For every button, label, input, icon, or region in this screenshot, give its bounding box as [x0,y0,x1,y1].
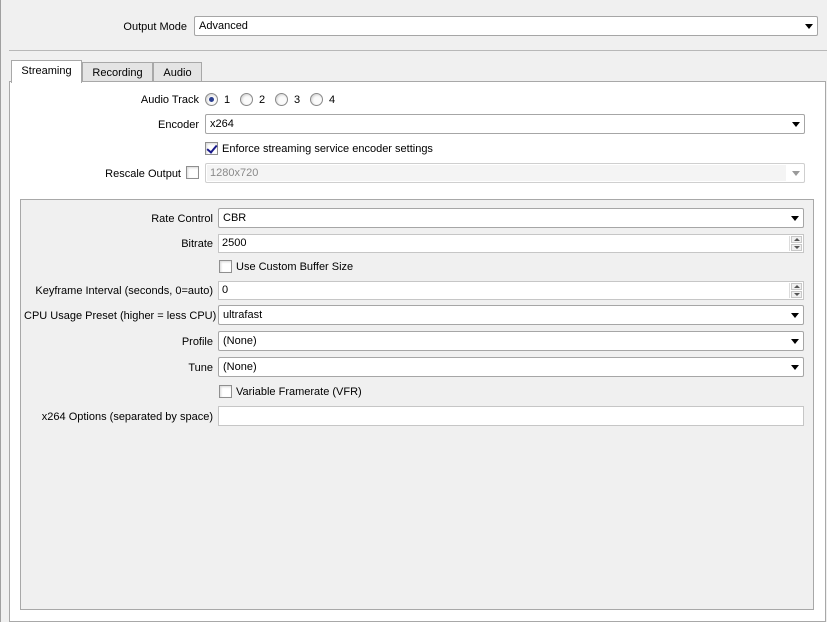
bitrate-label: Bitrate [181,238,213,250]
vfr-checkbox[interactable] [219,385,232,398]
spin-down-icon[interactable] [791,244,802,251]
tab-audio-label: Audio [163,67,192,79]
encoder-select[interactable]: x264 [205,114,805,134]
tab-recording[interactable]: Recording [82,62,153,83]
enforce-settings-checkbox[interactable] [205,142,218,155]
tab-streaming-label: Streaming [21,65,72,77]
chevron-down-icon [791,216,799,221]
tab-streaming[interactable]: Streaming [11,60,82,83]
keyframe-interval-value: 0 [222,284,229,296]
cpu-preset-select[interactable]: ultrafast [218,305,804,325]
output-mode-select[interactable]: Advanced [194,16,818,36]
tune-select[interactable]: (None) [218,357,804,377]
chevron-down-icon [805,24,813,29]
audio-track-radio-2[interactable] [240,93,253,106]
encoder-label: Encoder [158,119,199,131]
audio-track-radio-2-label: 2 [259,94,266,106]
rate-control-select[interactable]: CBR [218,208,804,228]
chevron-down-icon [791,365,799,370]
rescale-resolution-value: 1280x720 [210,167,259,179]
custom-buffer-checkbox[interactable] [219,260,232,273]
profile-value: (None) [223,335,257,347]
cpu-preset-label: CPU Usage Preset (higher = less CPU) [24,310,217,322]
chevron-down-icon [791,339,799,344]
divider [9,50,827,51]
profile-label: Profile [181,336,213,348]
rescale-resolution-select[interactable]: 1280x720 [205,163,805,183]
x264-options-input[interactable] [218,406,804,426]
enforce-settings-label: Enforce streaming service encoder settin… [222,143,433,155]
x264-options-label: x264 Options (separated by space) [41,411,213,423]
encoder-value: x264 [210,118,234,130]
keyframe-interval-spinbox[interactable]: 0 [218,281,804,300]
cpu-preset-value: ultrafast [223,309,263,321]
audio-track-radio-4-label: 4 [329,94,336,106]
audio-track-label: Audio Track [140,94,199,106]
vfr-label: Variable Framerate (VFR) [236,386,362,398]
rescale-output-label: Rescale Output [105,168,181,180]
rescale-output-checkbox[interactable] [186,166,199,179]
tune-value: (None) [223,361,257,373]
keyframe-interval-label: Keyframe Interval (seconds, 0=auto) [35,285,213,297]
audio-track-radio-1[interactable] [205,93,218,106]
tab-recording-label: Recording [92,67,143,79]
audio-track-radio-4[interactable] [310,93,323,106]
audio-track-radio-3[interactable] [275,93,288,106]
spin-up-icon[interactable] [791,236,802,243]
rate-control-value: CBR [223,212,247,224]
chevron-down-icon [792,171,800,176]
output-mode-value: Advanced [199,20,248,32]
rate-control-label: Rate Control [151,213,213,225]
bitrate-spin-buttons[interactable] [789,236,802,251]
keyframe-spin-buttons[interactable] [789,283,802,298]
spin-up-icon[interactable] [791,283,802,290]
disabled-fill [207,165,786,181]
window-left-border [0,0,3,622]
tab-audio[interactable]: Audio [153,62,202,83]
bitrate-spinbox[interactable]: 2500 [218,234,804,253]
profile-select[interactable]: (None) [218,331,804,351]
audio-track-radio-1-label: 1 [224,94,231,106]
output-mode-label: Output Mode [123,21,187,33]
audio-track-radio-3-label: 3 [294,94,301,106]
spin-down-icon[interactable] [791,291,802,298]
chevron-down-icon [792,122,800,127]
chevron-down-icon [791,313,799,318]
bitrate-value: 2500 [222,237,247,249]
custom-buffer-label: Use Custom Buffer Size [236,261,354,273]
encoder-settings-group [20,199,814,610]
tune-label: Tune [188,362,213,374]
